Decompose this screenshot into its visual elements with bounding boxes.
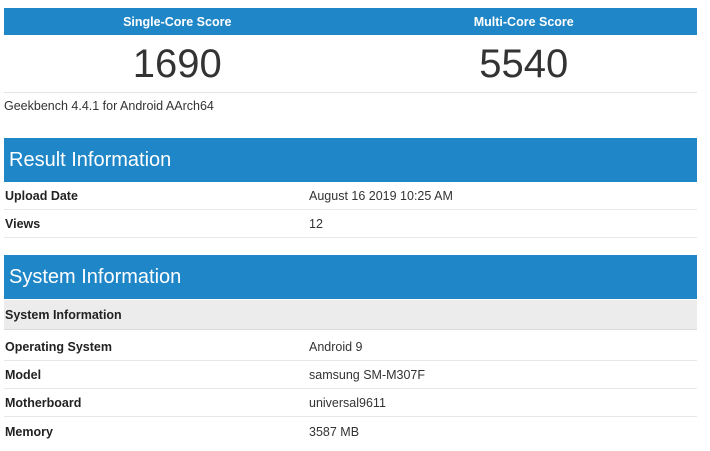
views-value: 12	[309, 217, 323, 231]
memory-label: Memory	[5, 424, 53, 439]
benchmark-version: Geekbench 4.4.1 for Android AArch64	[4, 99, 214, 113]
row-operating-system: Operating System Android 9	[4, 334, 697, 361]
model-value: samsung SM-M307F	[309, 368, 426, 382]
row-upload-date: Upload Date August 16 2019 10:25 AM	[4, 183, 697, 210]
row-views: Views 12	[4, 211, 697, 238]
views-label: Views	[5, 217, 41, 231]
single-core-score-value: 1690	[132, 41, 222, 86]
multi-core-score-value: 5540	[479, 41, 569, 86]
score-header-bar: Single-Core Score Multi-Core Score	[4, 8, 697, 35]
operating-system-value: Android 9	[309, 340, 363, 354]
system-information-header: System Information	[4, 255, 697, 299]
score-values-row: 1690 5540	[4, 36, 697, 93]
motherboard-label: Motherboard	[5, 396, 82, 410]
row-memory: Memory 3587 MB	[4, 418, 697, 445]
multi-core-score-label: Multi-Core Score	[473, 14, 574, 29]
upload-date-value: August 16 2019 10:25 AM	[309, 189, 453, 203]
row-model: Model samsung SM-M307F	[4, 362, 697, 389]
operating-system-label: Operating System	[5, 340, 112, 354]
result-information-header: Result Information	[4, 138, 697, 182]
memory-value: 3587 MB	[309, 424, 360, 439]
model-label: Model	[5, 368, 42, 382]
upload-date-label: Upload Date	[5, 189, 78, 203]
row-motherboard: Motherboard universal9611	[4, 390, 697, 417]
system-information-subheader: System Information	[4, 300, 697, 330]
motherboard-value: universal9611	[309, 396, 386, 410]
single-core-score-label: Single-Core Score	[123, 14, 232, 29]
